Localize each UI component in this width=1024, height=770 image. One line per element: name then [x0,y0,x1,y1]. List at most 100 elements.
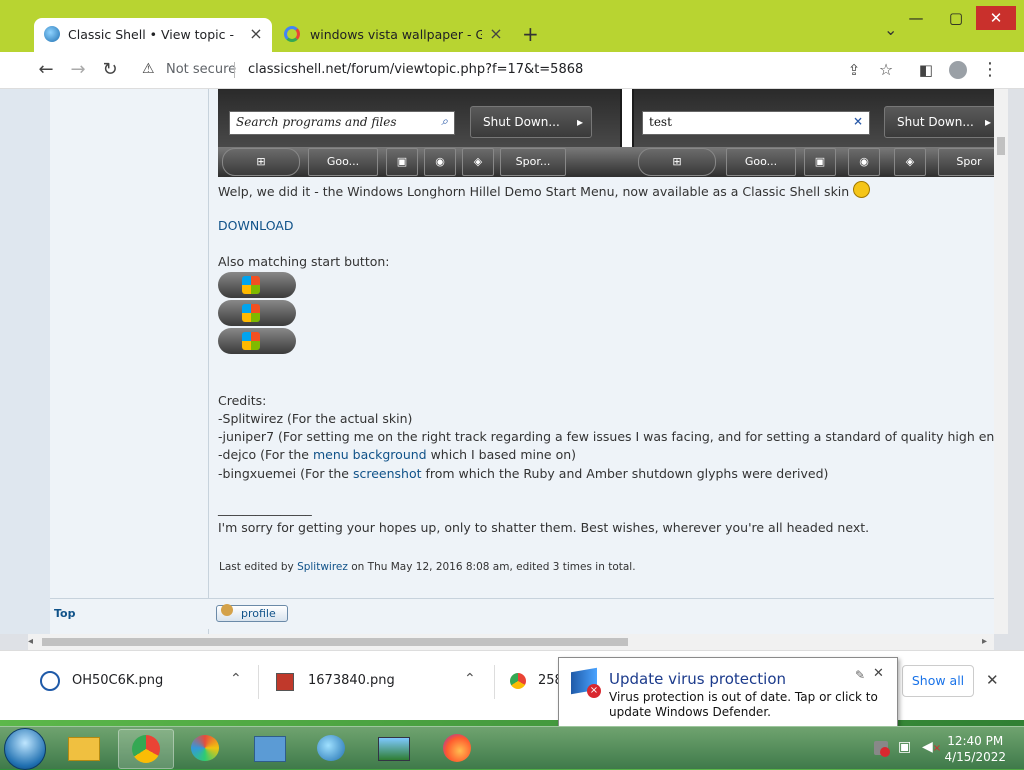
screenshot-task: ▣ [386,148,418,176]
screenshot-task: ▣ [804,148,836,176]
notification-message: Virus protection is out of date. Tap or … [609,690,878,719]
windows-logo-icon [242,332,260,350]
tab-google[interactable]: windows vista wallpaper - Googl × [276,18,512,52]
start-button-preview-3 [218,328,296,354]
tab-close-icon[interactable]: × [246,24,266,43]
screenshot-task: ◈ [894,148,926,176]
chrome-taskbar-icon[interactable] [118,729,174,769]
google-favicon-icon [284,26,300,42]
start-orb-button[interactable] [4,728,46,770]
back-button[interactable]: ← [32,56,60,84]
classic-shell-icon[interactable] [304,729,358,767]
start-menu-screenshot: Search programs and files ⌕ Shut Down...… [218,89,998,177]
divider [494,665,495,699]
scroll-thumb[interactable] [997,137,1005,155]
clock-time: 12:40 PM [947,734,1004,748]
screenshot-task: Goo... [726,148,796,176]
screenshot-divider [622,89,632,149]
download-item[interactable]: OH50C6K.png ⌃ [36,665,256,699]
security-label[interactable]: Not secure [166,62,236,77]
volume-tray-icon[interactable]: ◀× [922,739,941,755]
start-button-preview-2 [218,300,296,326]
menu-background-link[interactable]: menu background [313,447,427,462]
screenshot-link[interactable]: screenshot [353,466,422,481]
top-link[interactable]: Top [54,607,75,620]
classic-shell-favicon-icon [44,26,60,42]
download-item[interactable]: 1673840.png ⌃ [272,665,492,699]
paint-icon[interactable] [178,729,232,767]
new-tab-button[interactable]: + [522,22,539,46]
taskbar: ▣ ◀× 12:40 PM 4/15/2022 [0,726,1024,770]
screenshot-task: Goo... [308,148,378,176]
defender-tray-icon[interactable] [874,741,890,757]
scroll-thumb[interactable] [42,638,628,646]
tab-classic-shell[interactable]: Classic Shell • View topic - [Skin7 × [34,18,272,52]
firefox-icon[interactable] [430,729,484,767]
screenshot-shutdown-left: Shut Down... ▸ [470,106,592,138]
scroll-right-arrow[interactable]: ▸ [982,636,987,647]
notification-balloon[interactable]: × Update virus protection Virus protecti… [558,657,898,731]
matching-label: Also matching start button: [218,254,390,269]
profile-user-icon [221,604,233,616]
tab-close-icon[interactable]: × [486,24,506,43]
windows-logo-icon [242,276,260,294]
reload-button[interactable]: ↻ [96,56,124,84]
file-explorer-icon[interactable] [56,729,110,767]
screenshot-task: Spor [938,148,998,176]
url-text[interactable]: classicshell.net/forum/viewtopic.php?f=1… [248,62,583,77]
screenshot-task: ◉ [848,148,880,176]
clock-date: 4/15/2022 [944,750,1006,764]
notification-close-icon[interactable]: ✕ [873,666,884,681]
search-icon: ⌕ [441,114,448,128]
minimize-button[interactable]: — [896,6,936,30]
horizontal-scrollbar[interactable]: ◂ ▸ [28,634,994,650]
bookmark-star-icon[interactable]: ☆ [872,56,900,84]
windows-logo-icon [242,304,260,322]
network-tray-icon[interactable]: ▣ [898,739,911,755]
chrome-icon [510,673,526,689]
forward-button[interactable]: → [64,56,92,84]
profile-avatar-icon[interactable] [944,56,972,84]
screenshot-start-orb: ⊞ [638,148,716,176]
system-clock[interactable]: 12:40 PM 4/15/2022 [944,733,1006,765]
edited-notice: Last edited by Splitwirez on Thu May 12,… [219,561,636,573]
credit-line: -dejco (For the menu background which I … [218,447,577,462]
side-panel-icon[interactable]: ◧ [912,56,940,84]
screenshot-start-orb: ⊞ [222,148,300,176]
warning-icon[interactable]: ⚠ [142,61,155,77]
share-icon[interactable]: ⇪ [840,56,868,84]
image-file-icon [276,673,294,691]
vertical-scrollbar[interactable] [994,89,1008,634]
screenshot-task: ◈ [462,148,494,176]
error-badge-icon: × [587,684,601,698]
divider [258,665,259,699]
close-downloads-button[interactable]: ✕ [986,671,999,689]
start-button-preview-1 [218,272,296,298]
tab-title: Classic Shell • View topic - [Skin7 [68,27,238,42]
image-file-icon [40,671,60,691]
menu-kebab-icon[interactable]: ⋮ [976,56,1004,84]
edited-user-link[interactable]: Splitwirez [297,561,348,573]
download-link[interactable]: DOWNLOAD [218,218,294,233]
clear-icon: × [852,114,863,128]
chevron-up-icon: ⌃ [464,671,476,687]
maximize-button[interactable]: ▢ [936,6,976,30]
photo-viewer-icon[interactable] [366,729,420,767]
close-window-button[interactable]: ✕ [976,6,1016,30]
credits-title: Credits: [218,393,267,408]
post-intro: Welp, we did it - the Windows Longhorn H… [218,181,871,199]
toolbar: ← → ↻ ⚠ Not secure classicshell.net/foru… [0,52,1024,89]
profile-button[interactable]: profile [216,604,288,622]
control-panel-icon[interactable] [242,729,296,767]
scroll-left-arrow[interactable]: ◂ [28,636,33,647]
screenshot-search-box: Search programs and files ⌕ [229,111,455,135]
show-all-button[interactable]: Show all [902,665,974,697]
pin-icon[interactable]: ✎ [855,668,865,682]
laughing-emoji-icon [853,181,871,198]
screenshot-search-box-filled: test × [642,111,870,135]
signature: I'm sorry for getting your hopes up, onl… [218,520,870,535]
post-footer [50,598,996,629]
address-bar[interactable]: ⚠ Not secure classicshell.net/forum/view… [134,57,914,83]
signature-line: _______________ [218,501,312,516]
notification-title: Update virus protection [609,670,787,688]
